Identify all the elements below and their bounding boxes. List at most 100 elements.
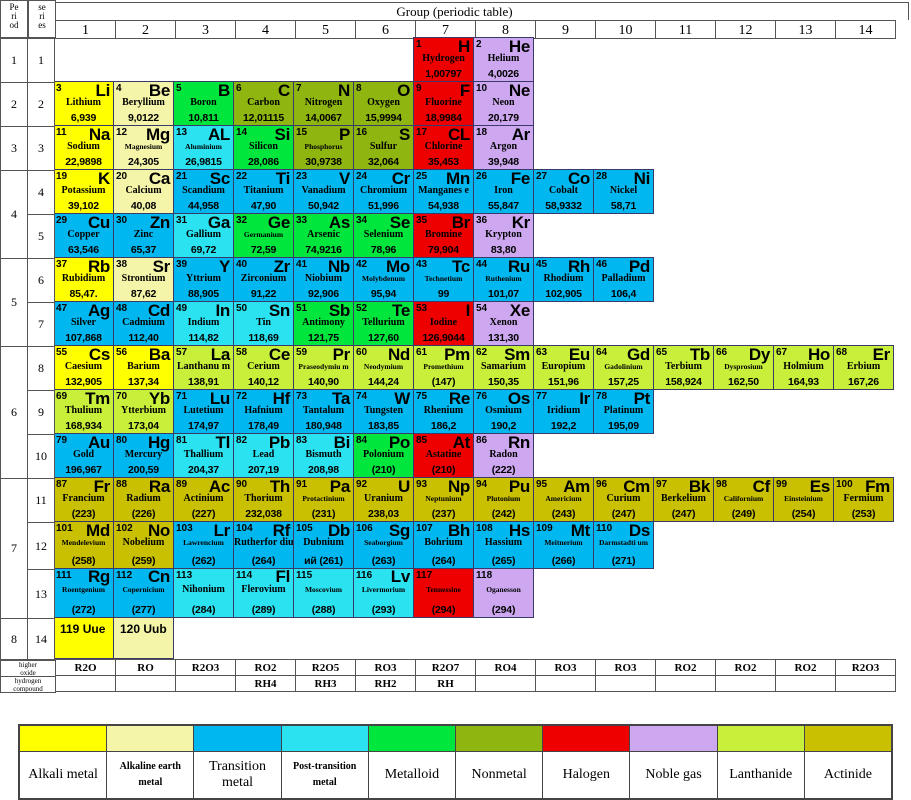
legend-item[interactable]: Noble gas bbox=[630, 726, 718, 798]
element-cell-Fl[interactable]: 114 Fl Flerovium (289) bbox=[233, 568, 294, 618]
element-cell-Ne[interactable]: 10 Ne Neon 20,179 bbox=[473, 81, 534, 126]
element-cell-Ce[interactable]: 58 Ce Cerium 140,12 bbox=[233, 345, 294, 390]
element-cell-Mn[interactable]: 25 Mn Manganes e 54,938 bbox=[413, 169, 474, 214]
element-cell-Br[interactable]: 35 Br Bromine 79,904 bbox=[413, 213, 474, 258]
element-cell-Te[interactable]: 52 Te Tellurium 127,60 bbox=[353, 301, 414, 346]
element-cell-Sb[interactable]: 51 Sb Antimony 121,75 bbox=[293, 301, 354, 346]
element-cell-Rh[interactable]: 45 Rh Rhodium 102,905 bbox=[533, 257, 594, 302]
element-cell-Ca[interactable]: 20 Ca Calcium 40,08 bbox=[113, 169, 174, 214]
element-cell-CL[interactable]: 17 CL Chlorine 35,453 bbox=[413, 125, 474, 170]
element-cell-Hf[interactable]: 72 Hf Hafnium 178,49 bbox=[233, 389, 294, 434]
element-cell-Am[interactable]: 95 Am Americium (243) bbox=[533, 477, 594, 522]
legend-item[interactable]: Lanthanide bbox=[717, 726, 805, 798]
element-cell-Ir[interactable]: 77 Ir Iridium 192,2 bbox=[533, 389, 594, 434]
element-cell-Cn[interactable]: 112 Cn Copernicium (277) bbox=[113, 568, 174, 618]
element-cell-Fm[interactable]: 100 Fm Fermium (253) bbox=[833, 477, 894, 522]
element-cell-Tb[interactable]: 65 Tb Terbium 158,924 bbox=[653, 345, 714, 390]
element-cell-O[interactable]: 8 O Oxygen 15,9994 bbox=[353, 81, 414, 126]
element-cell-Na[interactable]: 11 Na Sodium 22,9898 bbox=[53, 125, 114, 170]
element-cell-Es[interactable]: 99 Es Einsteinium (254) bbox=[773, 477, 834, 522]
element-cell-Ge[interactable]: 32 Ge Germanium 72,59 bbox=[233, 213, 294, 258]
element-cell-Pu[interactable]: 94 Pu Plutonium (242) bbox=[473, 477, 534, 522]
element-cell-Nd[interactable]: 60 Nd Neodymium 144,24 bbox=[353, 345, 414, 390]
element-cell-Zn[interactable]: 30 Zn Zinc 65,37 bbox=[113, 213, 174, 258]
element-cell-Li[interactable]: 3 Li Lithium 6,939 bbox=[53, 81, 114, 126]
element-cell-Cr[interactable]: 24 Cr Chromium 51,996 bbox=[353, 169, 414, 214]
legend-item[interactable]: Halogen bbox=[543, 726, 631, 798]
element-cell-S[interactable]: 16 S Sulfur 32,064 bbox=[353, 125, 414, 170]
element-cell-Fr[interactable]: 87 Fr Francium (223) bbox=[53, 477, 114, 522]
element-cell-V[interactable]: 23 V Vanadium 50,942 bbox=[293, 169, 354, 214]
element-cell-Lr[interactable]: 103 Lr Lawrencium (262) bbox=[173, 521, 234, 569]
element-cell-C[interactable]: 6 C Carbon 12,01115 bbox=[233, 81, 294, 126]
element-cell-Eu[interactable]: 63 Eu Europium 151,96 bbox=[533, 345, 594, 390]
element-cell-120 Uub[interactable]: 120 Uub bbox=[113, 617, 174, 659]
element-cell-Cu[interactable]: 29 Cu Copper 63,546 bbox=[53, 213, 114, 258]
element-cell-118[interactable]: 118 Oganesson (294) bbox=[473, 568, 534, 618]
element-cell-Bi[interactable]: 83 Bi Bismuth 208,98 bbox=[293, 433, 354, 478]
element-cell-Cf[interactable]: 98 Cf Californium (249) bbox=[713, 477, 774, 522]
element-cell-As[interactable]: 33 As Arsenic 74,9216 bbox=[293, 213, 354, 258]
element-cell-Gd[interactable]: 64 Gd Gadolinium 157,25 bbox=[593, 345, 654, 390]
legend-item[interactable]: Nonmetal bbox=[456, 726, 544, 798]
element-cell-Sc[interactable]: 21 Sc Scandium 44,958 bbox=[173, 169, 234, 214]
element-cell-113[interactable]: 113 Nihonium (284) bbox=[173, 568, 234, 618]
element-cell-Ag[interactable]: 47 Ag Silver 107,868 bbox=[53, 301, 114, 346]
element-cell-Rf[interactable]: 104RfRutherfor dium(264) bbox=[233, 521, 294, 569]
element-cell-U[interactable]: 92 U Uranium 238,03 bbox=[353, 477, 414, 522]
element-cell-Se[interactable]: 34 Se Selenium 78,96 bbox=[353, 213, 414, 258]
element-cell-119 Uue[interactable]: 119 Uue bbox=[53, 617, 114, 659]
element-cell-Sr[interactable]: 38 Sr Strontium 87,62 bbox=[113, 257, 174, 302]
element-cell-Ta[interactable]: 73 Ta Tantalum 180,948 bbox=[293, 389, 354, 434]
element-cell-Kr[interactable]: 36 Kr Krypton 83,80 bbox=[473, 213, 534, 258]
element-cell-Au[interactable]: 79 Au Gold 196,967 bbox=[53, 433, 114, 478]
element-cell-Pd[interactable]: 46 Pd Palladium 106,4 bbox=[593, 257, 654, 302]
element-cell-Pr[interactable]: 59 Pr Praseodymiu m 140,90 bbox=[293, 345, 354, 390]
element-cell-Zr[interactable]: 40 Zr Zirconium 91,22 bbox=[233, 257, 294, 302]
element-cell-B[interactable]: 5 B Boron 10,811 bbox=[173, 81, 234, 126]
element-cell-Hs[interactable]: 108 Hs Hassium (265) bbox=[473, 521, 534, 569]
element-cell-Md[interactable]: 101 Md Mendelevium (258) bbox=[53, 521, 114, 569]
element-cell-Pm[interactable]: 61 Pm Promethium (147) bbox=[413, 345, 474, 390]
element-cell-Ar[interactable]: 18 Ar Argon 39,948 bbox=[473, 125, 534, 170]
element-cell-Cd[interactable]: 48 Cd Cadmium 112,40 bbox=[113, 301, 174, 346]
element-cell-Tc[interactable]: 43 Tc Technetium 99 bbox=[413, 257, 474, 302]
element-cell-115[interactable]: 115 Moscovium (288) bbox=[293, 568, 354, 618]
legend-item[interactable]: Alkaline earth metal bbox=[107, 726, 195, 798]
element-cell-K[interactable]: 19 K Potassium 39,102 bbox=[53, 169, 114, 214]
element-cell-Bk[interactable]: 97 Bk Berkelium (247) bbox=[653, 477, 714, 522]
element-cell-Dy[interactable]: 66 Dy Dysprosium 162,50 bbox=[713, 345, 774, 390]
element-cell-Ru[interactable]: 44 Ru Ruthenium 101,07 bbox=[473, 257, 534, 302]
element-cell-Ho[interactable]: 67 Ho Holmium 164,93 bbox=[773, 345, 834, 390]
element-cell-In[interactable]: 49 In Indium 114,82 bbox=[173, 301, 234, 346]
element-cell-Bh[interactable]: 107 Bh Bohrium (264) bbox=[413, 521, 474, 569]
element-cell-W[interactable]: 74 W Tungsten 183,85 bbox=[353, 389, 414, 434]
legend-item[interactable]: Alkali metal bbox=[20, 726, 108, 798]
element-cell-Np[interactable]: 93 Np Neptunium (237) bbox=[413, 477, 474, 522]
element-cell-Er[interactable]: 68 Er Erbium 167,26 bbox=[833, 345, 894, 390]
element-cell-P[interactable]: 15 P Phosphorus 30,9738 bbox=[293, 125, 354, 170]
element-cell-Db[interactable]: 105 Db Dubnium ий (261) bbox=[293, 521, 354, 569]
legend-item[interactable]: Transition metal bbox=[194, 726, 282, 798]
element-cell-F[interactable]: 9 F Fluorine 18,9984 bbox=[413, 81, 474, 126]
legend-item[interactable]: Metalloid bbox=[368, 726, 457, 798]
element-cell-H[interactable]: 1 H Hydrogen 1,00797 bbox=[413, 37, 474, 82]
element-cell-Co[interactable]: 27 Co Cobalt 58,9332 bbox=[533, 169, 594, 214]
element-cell-I[interactable]: 53 I Iodine 126,9044 bbox=[413, 301, 474, 346]
element-cell-Mt[interactable]: 109 Mt Meitnerium (266) bbox=[533, 521, 594, 569]
element-cell-Ba[interactable]: 56 Ba Barium 137,34 bbox=[113, 345, 174, 390]
element-cell-Yb[interactable]: 70 Yb Ytterbium 173,04 bbox=[113, 389, 174, 434]
element-cell-Mo[interactable]: 42 Mo Molybdenum 95,94 bbox=[353, 257, 414, 302]
element-cell-Sg[interactable]: 106 Sg Seaborgium (263) bbox=[353, 521, 414, 569]
element-cell-Rg[interactable]: 111 Rg Roentgenium (272) bbox=[53, 568, 114, 618]
element-cell-La[interactable]: 57 La Lanthanu m 138,91 bbox=[173, 345, 234, 390]
element-cell-Tm[interactable]: 69 Tm Thulium 168,934 bbox=[53, 389, 114, 434]
legend-item[interactable]: Post-transition metal bbox=[281, 726, 369, 798]
element-cell-Ni[interactable]: 28 Ni Nickel 58,71 bbox=[593, 169, 654, 214]
element-cell-At[interactable]: 85 At Astatine (210) bbox=[413, 433, 474, 478]
element-cell-He[interactable]: 2 He Helium 4,0026 bbox=[473, 37, 534, 82]
element-cell-Pb[interactable]: 82 Pb Lead 207,19 bbox=[233, 433, 294, 478]
element-cell-Ac[interactable]: 89 Ac Actinium (227) bbox=[173, 477, 234, 522]
element-cell-Sm[interactable]: 62 Sm Samarium 150,35 bbox=[473, 345, 534, 390]
element-cell-Os[interactable]: 76 Os Osmium 190,2 bbox=[473, 389, 534, 434]
